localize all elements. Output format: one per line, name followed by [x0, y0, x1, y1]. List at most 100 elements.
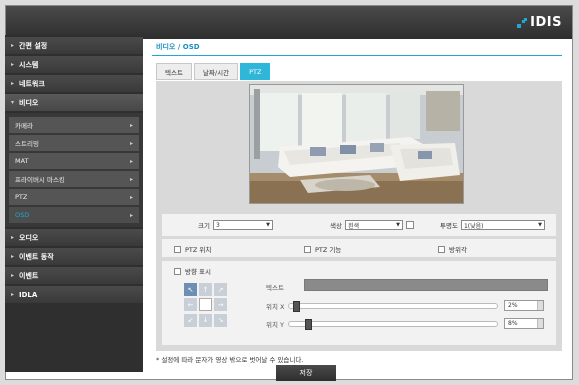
- submenu-item-privacy-masking[interactable]: 프라이버시 마스킹 ▸: [9, 171, 139, 187]
- checkbox-label: 방향 표시: [185, 268, 211, 276]
- arrow-right-icon[interactable]: →: [214, 298, 227, 312]
- tab-text[interactable]: 텍스트: [156, 63, 192, 80]
- camera-preview-image: [249, 84, 464, 204]
- tab-date-time[interactable]: 날짜/시간: [193, 63, 239, 80]
- center-button[interactable]: [199, 298, 212, 312]
- chevron-right-icon: ▸: [11, 234, 15, 241]
- arrow-up-right-icon[interactable]: ↗: [214, 283, 227, 296]
- sidebar-item-audio[interactable]: ▸ 오디오: [5, 229, 143, 246]
- chevron-right-icon: ▸: [11, 61, 15, 68]
- caret-down-icon: ▼: [538, 222, 542, 228]
- bounding-checkbox[interactable]: 방위각: [438, 244, 467, 254]
- checkbox-box[interactable]: [304, 245, 311, 253]
- position-x-input[interactable]: 2%: [504, 300, 544, 311]
- transparency-select[interactable]: 1(낮음) ▼: [460, 220, 545, 230]
- checkbox-label: PTZ 기능: [315, 246, 342, 254]
- logo-mark-icon: [517, 17, 528, 28]
- sidebar-item-event[interactable]: ▸ 이벤트: [5, 267, 143, 284]
- chevron-right-icon: ▸: [11, 272, 15, 279]
- slider-thumb[interactable]: [305, 319, 313, 330]
- transparency-field: 투명도 1(낮음) ▼: [440, 220, 545, 230]
- submenu-item-camera[interactable]: 카메라 ▸: [9, 117, 139, 133]
- position-x-label: 위치 X: [266, 303, 285, 311]
- color-select[interactable]: 흰색 ▼: [344, 220, 403, 230]
- sidebar-item-event-action[interactable]: ▸ 이벤트 동작: [5, 248, 143, 265]
- text-input[interactable]: [304, 279, 548, 291]
- idis-logo: IDIS: [517, 15, 562, 30]
- submenu-item-mat[interactable]: MAT ▸: [9, 153, 139, 169]
- sidebar-item-quick-setup[interactable]: ▸ 간편 설정: [5, 37, 143, 54]
- transparency-label: 투명도: [440, 222, 458, 230]
- submenu-item-ptz[interactable]: PTZ ▸: [9, 189, 139, 205]
- spinner-icon[interactable]: [537, 319, 543, 328]
- sidebar-item-label: 오디오: [19, 233, 39, 242]
- chevron-right-icon: ▸: [11, 42, 15, 49]
- color-value: 흰색: [347, 222, 360, 230]
- checkbox-box[interactable]: [438, 245, 445, 253]
- checkbox-box[interactable]: [174, 245, 181, 253]
- chevron-right-icon: ▸: [129, 121, 133, 129]
- position-y-input[interactable]: 8%: [504, 318, 544, 329]
- position-y-slider[interactable]: [288, 319, 498, 330]
- caret-down-icon: ▼: [396, 222, 400, 228]
- osd-settings-row: 크기 3 ▼ 색상 흰색 ▼ 투명도 1(낮음) ▼: [162, 214, 556, 236]
- position-direction-pad: ↖ ↑ ↗ ← → ↙ ↓ ↘: [184, 283, 228, 327]
- chevron-right-icon: ▸: [129, 139, 133, 147]
- direction-display-section: 방향 표시 ↖ ↑ ↗ ← → ↙ ↓ ↘ 텍스트 위치 X 2% 위치 Y 8…: [162, 261, 556, 345]
- chevron-right-icon: ▸: [129, 211, 133, 219]
- sidebar-item-system[interactable]: ▸ 시스템: [5, 56, 143, 73]
- save-button[interactable]: 저장: [276, 365, 336, 381]
- sidebar-item-label: 이벤트: [19, 271, 39, 280]
- checkbox-label: PTZ 위치: [185, 246, 212, 254]
- sidebar: ▸ 간편 설정 ▸ 시스템 ▸ 네트워크 ▾ 비디오 카메라 ▸ 스트리밍 ▸ …: [5, 35, 143, 372]
- submenu-item-label: 카메라: [15, 122, 33, 130]
- color-field: 색상 흰색 ▼: [330, 220, 414, 230]
- sidebar-item-network[interactable]: ▸ 네트워크: [5, 75, 143, 92]
- direction-display-checkbox[interactable]: 방향 표시: [174, 266, 211, 276]
- submenu-item-streaming[interactable]: 스트리밍 ▸: [9, 135, 139, 151]
- position-x-slider[interactable]: [288, 301, 498, 312]
- sidebar-item-video[interactable]: ▾ 비디오: [5, 94, 143, 111]
- slider-thumb[interactable]: [293, 301, 301, 312]
- position-x-value: 2%: [508, 302, 518, 309]
- transparency-value: 1(낮음): [463, 222, 484, 230]
- submenu-item-label: 프라이버시 마스킹: [15, 176, 65, 184]
- ptz-function-checkbox[interactable]: PTZ 기능: [304, 244, 341, 254]
- sidebar-item-label: 간편 설정: [19, 41, 48, 50]
- sidebar-item-label: 네트워크: [19, 79, 45, 88]
- tab-ptz[interactable]: PTZ: [240, 63, 271, 80]
- submenu-item-osd[interactable]: OSD ▸: [9, 207, 139, 223]
- sidebar-item-label: 비디오: [19, 98, 39, 107]
- submenu-item-label: PTZ: [15, 193, 28, 201]
- position-y-value: 8%: [508, 320, 518, 327]
- spinner-icon[interactable]: [537, 301, 543, 310]
- video-submenu: 카메라 ▸ 스트리밍 ▸ MAT ▸ 프라이버시 마스킹 ▸ PTZ ▸ OSD…: [5, 113, 143, 227]
- ptz-position-checkbox[interactable]: PTZ 위치: [174, 244, 211, 254]
- chevron-down-icon: ▾: [11, 99, 15, 106]
- size-label: 크기: [198, 222, 210, 230]
- size-value: 3: [215, 221, 220, 229]
- color-label: 색상: [330, 222, 342, 230]
- sidebar-item-idla[interactable]: ▸ IDLA: [5, 286, 143, 303]
- arrow-up-left-icon[interactable]: ↖: [184, 283, 197, 296]
- chevron-right-icon: ▸: [11, 80, 15, 87]
- chevron-right-icon: ▸: [129, 157, 133, 165]
- sidebar-item-label: IDLA: [19, 290, 38, 299]
- breadcrumb: 비디오 / OSD: [156, 43, 200, 51]
- color-swatch[interactable]: [405, 221, 414, 229]
- submenu-item-label: 스트리밍: [15, 140, 39, 148]
- chevron-right-icon: ▸: [129, 175, 133, 183]
- arrow-down-right-icon[interactable]: ↘: [214, 313, 227, 327]
- tab-bar: 텍스트 날짜/시간 PTZ: [156, 63, 271, 80]
- arrow-down-icon[interactable]: ↓: [199, 313, 212, 327]
- position-y-label: 위치 Y: [266, 321, 284, 329]
- chevron-right-icon: ▸: [129, 193, 133, 201]
- submenu-item-label: OSD: [15, 211, 30, 219]
- arrow-down-left-icon[interactable]: ↙: [184, 313, 197, 327]
- text-label: 텍스트: [266, 284, 284, 292]
- arrow-up-icon[interactable]: ↑: [199, 283, 212, 296]
- size-select[interactable]: 3 ▼: [212, 220, 273, 230]
- checkbox-box[interactable]: [174, 267, 181, 275]
- arrow-left-icon[interactable]: ←: [184, 298, 197, 312]
- footnote: * 설정에 따라 문자가 영상 밖으로 벗어날 수 있습니다.: [156, 356, 304, 364]
